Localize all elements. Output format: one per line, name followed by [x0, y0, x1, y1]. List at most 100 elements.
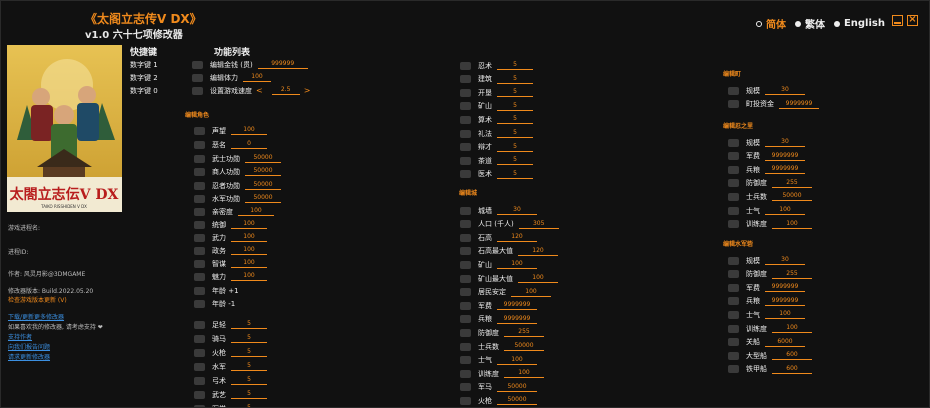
value-input[interactable]: 9999999 [497, 315, 537, 324]
value-input[interactable]: 5 [231, 362, 267, 371]
toggle-switch[interactable] [194, 167, 205, 176]
toggle-switch[interactable] [728, 338, 739, 347]
toggle-switch[interactable] [194, 334, 205, 343]
toggle-switch[interactable] [460, 115, 471, 124]
value-input[interactable]: 9999999 [765, 165, 805, 175]
value-input[interactable]: 50000 [245, 167, 281, 176]
toggle-switch[interactable] [194, 348, 205, 357]
value-input[interactable]: 100 [518, 274, 558, 283]
toggle-switch[interactable] [460, 170, 471, 179]
value-input[interactable]: 9999999 [765, 152, 805, 161]
value-input[interactable]: 50000 [245, 154, 281, 163]
value-input[interactable]: 255 [772, 270, 812, 279]
value-input[interactable]: 100 [231, 220, 267, 229]
value-input[interactable]: 100 [511, 288, 551, 297]
toggle-switch[interactable] [728, 192, 739, 201]
toggle-switch[interactable] [728, 351, 739, 360]
request-update-link[interactable]: 请求更新修改器 [8, 352, 50, 361]
toggle-switch[interactable] [728, 283, 739, 292]
value-input[interactable]: 600 [772, 351, 812, 361]
value-input[interactable]: 100 [772, 324, 812, 333]
toggle-switch[interactable] [192, 60, 203, 69]
toggle-switch[interactable] [728, 297, 739, 306]
toggle-switch[interactable] [460, 102, 471, 111]
toggle-switch[interactable] [460, 301, 471, 310]
value-input[interactable]: 100 [772, 220, 812, 229]
value-input[interactable]: 5 [231, 404, 267, 407]
toggle-switch[interactable] [460, 328, 471, 337]
value-input[interactable]: 100 [231, 126, 267, 135]
value-input[interactable]: 5 [497, 61, 533, 70]
value-input[interactable]: 5 [231, 334, 267, 343]
value-input[interactable]: 305 [518, 220, 559, 229]
toggle-switch[interactable] [728, 152, 739, 161]
toggle-switch[interactable] [728, 165, 739, 174]
toggle-switch[interactable] [194, 286, 205, 295]
value-input[interactable]: 100 [231, 272, 267, 281]
value-input[interactable]: 9999999 [765, 283, 805, 293]
value-input[interactable]: 600 [772, 365, 812, 374]
toggle-switch[interactable] [194, 154, 205, 163]
toggle-switch[interactable] [194, 140, 205, 149]
value-input[interactable]: 100 [238, 207, 274, 216]
value-input[interactable]: 9999999 [765, 297, 805, 306]
toggle-switch[interactable] [460, 143, 471, 152]
speed-value[interactable]: 2.5 [271, 86, 300, 95]
toggle-switch[interactable] [728, 270, 739, 279]
value-input[interactable]: 999999 [257, 60, 308, 69]
toggle-switch[interactable] [460, 315, 471, 324]
value-input[interactable]: 5 [497, 88, 533, 98]
toggle-switch[interactable] [192, 86, 203, 95]
toggle-switch[interactable] [460, 356, 471, 365]
toggle-switch[interactable] [728, 100, 739, 109]
lang-traditional[interactable]: 繁体 [794, 16, 825, 31]
toggle-switch[interactable] [460, 61, 471, 70]
toggle-switch[interactable] [194, 376, 205, 385]
toggle-switch[interactable] [728, 138, 739, 147]
value-input[interactable]: 5 [231, 348, 267, 357]
value-input[interactable]: 5 [231, 320, 267, 329]
value-input[interactable]: 100 [231, 259, 267, 268]
toggle-switch[interactable] [194, 259, 205, 268]
toggle-switch[interactable] [194, 207, 205, 216]
toggle-switch[interactable] [194, 404, 205, 407]
support-author-link[interactable]: 支持作者 [8, 332, 32, 341]
toggle-switch[interactable] [728, 86, 739, 95]
toggle-switch[interactable] [460, 274, 471, 283]
value-input[interactable]: 30 [765, 256, 805, 265]
download-more-link[interactable]: 下载/更新更多修改器 [8, 312, 64, 321]
toggle-switch[interactable] [460, 156, 471, 165]
value-input[interactable]: 9999999 [779, 100, 819, 109]
value-input[interactable]: 5 [497, 143, 533, 152]
value-input[interactable]: 5 [497, 129, 533, 138]
toggle-switch[interactable] [460, 288, 471, 297]
close-icon[interactable]: × [907, 15, 918, 26]
toggle-switch[interactable] [194, 390, 205, 399]
toggle-switch[interactable] [728, 324, 739, 333]
value-input[interactable]: 100 [497, 356, 537, 365]
value-input[interactable]: 50000 [504, 342, 544, 351]
increase-arrow-icon[interactable]: > [300, 86, 315, 95]
toggle-switch[interactable] [728, 256, 739, 265]
value-input[interactable]: 0 [231, 140, 267, 149]
decrease-arrow-icon[interactable]: < [252, 86, 267, 95]
check-update-link[interactable]: 检查游戏版本更新 (V) [8, 295, 67, 304]
value-input[interactable]: 50000 [772, 192, 812, 202]
toggle-switch[interactable] [460, 75, 471, 84]
lang-english[interactable]: English [833, 18, 885, 29]
toggle-switch[interactable] [194, 126, 205, 135]
toggle-switch[interactable] [460, 247, 471, 256]
value-input[interactable]: 100 [231, 233, 267, 242]
value-input[interactable]: 50000 [245, 194, 281, 203]
toggle-switch[interactable] [194, 181, 205, 190]
toggle-switch[interactable] [460, 342, 471, 351]
value-input[interactable]: 5 [231, 376, 267, 385]
value-input[interactable]: 6000 [765, 338, 805, 347]
toggle-switch[interactable] [460, 206, 471, 215]
toggle-switch[interactable] [460, 260, 471, 269]
value-input[interactable]: 5 [497, 75, 533, 84]
toggle-switch[interactable] [728, 310, 739, 319]
toggle-switch[interactable] [194, 299, 205, 308]
value-input[interactable]: 120 [497, 233, 537, 243]
value-input[interactable]: 5 [497, 102, 533, 111]
